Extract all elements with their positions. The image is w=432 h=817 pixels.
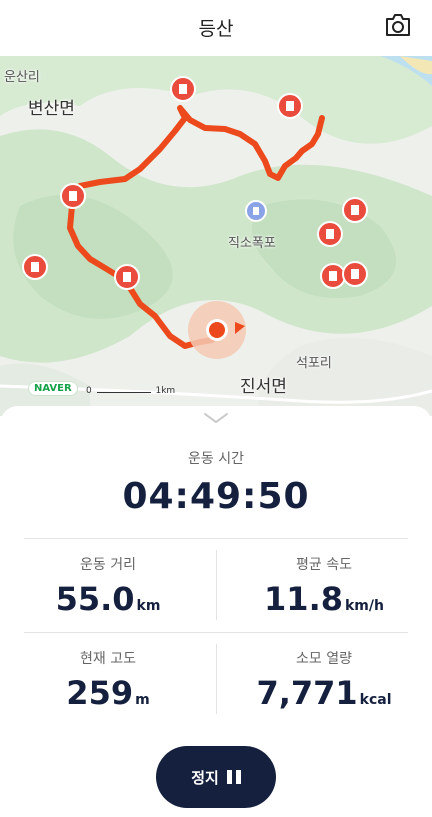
- scale-zero: 0: [86, 386, 92, 396]
- scale-line: [96, 392, 151, 393]
- route-map[interactable]: 운산리 변산면 직소폭포 석포리 진서면 NAVER 0 1km: [0, 56, 432, 416]
- trail-marker-icon: [22, 254, 48, 280]
- naver-logo: NAVER: [28, 381, 78, 396]
- avg-speed-unit: km/h: [344, 598, 384, 614]
- stop-label: 정지: [191, 768, 219, 787]
- scale-one-km: 1km: [155, 386, 176, 396]
- altitude-label: 현재 고도: [80, 651, 136, 667]
- trail-marker-icon: [114, 264, 140, 290]
- total-time-value: 04:49:50: [122, 476, 310, 517]
- trail-marker-icon: [320, 263, 346, 289]
- app-header: 등산: [0, 0, 432, 56]
- avg-speed-label: 평균 속도: [296, 557, 352, 573]
- trail-marker-icon: [60, 183, 86, 209]
- map-label-jinseo-myeon: 진서면: [240, 377, 287, 397]
- camera-icon: [386, 14, 410, 36]
- altitude-value: 259: [66, 674, 134, 712]
- calories-unit: kcal: [359, 692, 392, 708]
- page-title: 등산: [198, 18, 234, 40]
- altitude-unit: m: [135, 692, 150, 708]
- avg-speed-stat: 평균 속도 11.8 km/h: [216, 554, 432, 618]
- divider: [24, 632, 408, 633]
- stop-button[interactable]: 정지: [156, 746, 276, 808]
- waterfall-poi-icon[interactable]: [245, 200, 267, 222]
- map-scale-bar: 0 1km: [86, 386, 175, 396]
- map-label-unsan-ri: 운산리: [4, 70, 40, 85]
- trail-marker-icon: [170, 76, 196, 102]
- total-time-label: 운동 시간: [188, 451, 244, 467]
- distance-unit: km: [136, 598, 161, 614]
- pause-icon: [226, 770, 241, 784]
- camera-button[interactable]: [384, 12, 412, 38]
- trail-marker-icon: [342, 261, 368, 287]
- avg-speed-value: 11.8: [264, 580, 343, 618]
- map-label-jikso-pokpo: 직소폭포: [228, 236, 276, 251]
- distance-stat: 운동 거리 55.0 km: [0, 554, 216, 618]
- altitude-stat: 현재 고도 259 m: [0, 648, 216, 712]
- map-label-seokpo-ri: 석포리: [296, 356, 332, 371]
- stats-sheet: 운동 시간 04:49:50 운동 거리 55.0 km 평균 속도 11.8 km…: [0, 406, 432, 817]
- trail-marker-icon: [342, 197, 368, 223]
- trail-marker-icon: [277, 93, 303, 119]
- trail-marker-icon: [317, 221, 343, 247]
- calories-value: 7,771: [256, 674, 358, 712]
- chevron-down-icon[interactable]: [203, 412, 229, 424]
- calories-label: 소모 열량: [296, 651, 352, 667]
- distance-value: 55.0: [55, 580, 135, 618]
- map-label-byeonsan-myeon: 변산면: [28, 99, 75, 119]
- current-location-icon: [188, 301, 246, 359]
- distance-label: 운동 거리: [80, 557, 136, 573]
- calories-stat: 소모 열량 7,771 kcal: [216, 648, 432, 712]
- divider: [24, 538, 408, 539]
